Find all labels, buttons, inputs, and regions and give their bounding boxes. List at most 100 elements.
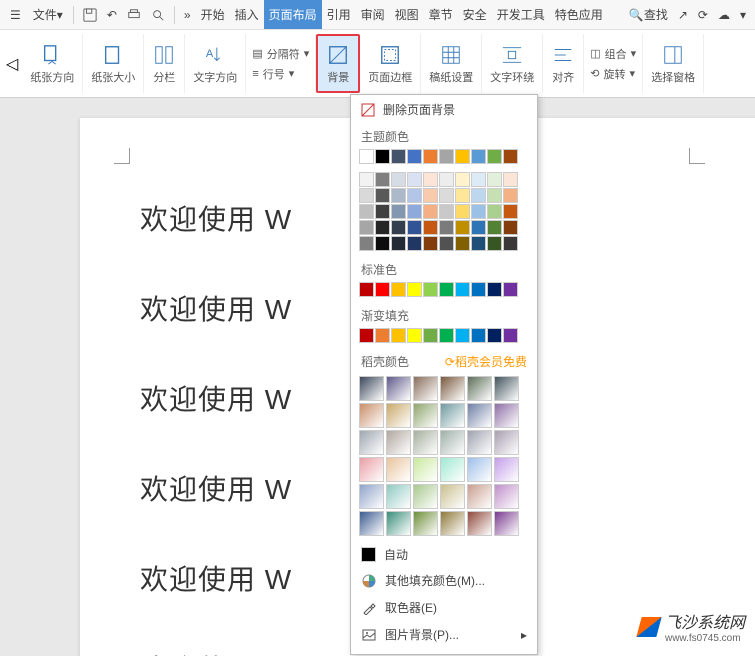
color-swatch[interactable] (391, 220, 406, 235)
color-swatch[interactable] (423, 204, 438, 219)
color-swatch[interactable] (503, 172, 518, 187)
text-wrap-button[interactable]: 文字环绕 (482, 34, 543, 93)
background-button[interactable]: 背景 (316, 34, 360, 93)
eyedropper-item[interactable]: 取色器(E) (351, 594, 537, 621)
shell-member-link[interactable]: ⟳稻壳会员免费 (445, 353, 527, 370)
color-swatch[interactable] (423, 220, 438, 235)
print-icon[interactable] (122, 8, 146, 22)
color-swatch[interactable] (487, 149, 502, 164)
color-swatch[interactable] (487, 236, 502, 251)
color-swatch[interactable] (375, 220, 390, 235)
line-number-button[interactable]: ≡行号 ▾ (252, 64, 309, 84)
auto-color-item[interactable]: 自动 (351, 542, 537, 567)
color-swatch[interactable] (487, 172, 502, 187)
color-swatch[interactable] (375, 204, 390, 219)
color-swatch[interactable] (391, 204, 406, 219)
color-swatch[interactable] (407, 149, 422, 164)
gradient-swatch[interactable] (494, 484, 519, 509)
gradient-swatch[interactable] (413, 511, 438, 536)
color-swatch[interactable] (375, 236, 390, 251)
gradient-swatch[interactable] (413, 403, 438, 428)
gradient-swatch[interactable] (440, 403, 465, 428)
share-icon[interactable]: ↗ (673, 8, 693, 22)
color-swatch[interactable] (407, 236, 422, 251)
color-swatch[interactable] (455, 149, 470, 164)
color-swatch[interactable] (407, 328, 422, 343)
color-swatch[interactable] (423, 188, 438, 203)
gradient-swatch[interactable] (494, 376, 519, 401)
color-swatch[interactable] (407, 188, 422, 203)
gradient-swatch[interactable] (359, 376, 384, 401)
page-size-button[interactable]: 纸张大小 (83, 34, 144, 93)
color-swatch[interactable] (423, 149, 438, 164)
color-swatch[interactable] (503, 149, 518, 164)
gradient-swatch[interactable] (359, 457, 384, 482)
separator-button[interactable]: ▤分隔符 ▾ (252, 44, 309, 64)
color-swatch[interactable] (407, 172, 422, 187)
page-orientation-button[interactable]: 纸张方向 (22, 34, 83, 93)
color-swatch[interactable] (439, 282, 454, 297)
color-swatch[interactable] (407, 220, 422, 235)
color-swatch[interactable] (503, 220, 518, 235)
color-swatch[interactable] (359, 282, 374, 297)
color-swatch[interactable] (375, 282, 390, 297)
gradient-swatch[interactable] (440, 376, 465, 401)
color-swatch[interactable] (471, 149, 486, 164)
color-swatch[interactable] (503, 282, 518, 297)
gradient-swatch[interactable] (386, 511, 411, 536)
gradient-swatch[interactable] (413, 484, 438, 509)
color-swatch[interactable] (407, 282, 422, 297)
color-swatch[interactable] (375, 172, 390, 187)
tab-view[interactable]: 视图 (390, 0, 424, 29)
save-icon[interactable] (78, 8, 102, 22)
color-swatch[interactable] (423, 172, 438, 187)
gradient-swatch[interactable] (494, 457, 519, 482)
color-swatch[interactable] (391, 282, 406, 297)
align-button[interactable]: 对齐 (543, 34, 584, 93)
color-swatch[interactable] (391, 149, 406, 164)
gradient-swatch[interactable] (386, 403, 411, 428)
gradient-swatch[interactable] (440, 484, 465, 509)
color-swatch[interactable] (487, 282, 502, 297)
color-swatch[interactable] (391, 328, 406, 343)
tab-dev[interactable]: 开发工具 (492, 0, 550, 29)
color-swatch[interactable] (439, 172, 454, 187)
color-swatch[interactable] (375, 149, 390, 164)
color-swatch[interactable] (455, 236, 470, 251)
search-button[interactable]: 🔍查找 (624, 6, 673, 23)
color-swatch[interactable] (471, 328, 486, 343)
gradient-swatch[interactable] (494, 403, 519, 428)
group-button[interactable]: ◫组合 ▾ (590, 44, 636, 64)
remove-bg-item[interactable]: 删除页面背景 (351, 95, 537, 124)
color-swatch[interactable] (391, 236, 406, 251)
color-swatch[interactable] (471, 220, 486, 235)
color-swatch[interactable] (359, 220, 374, 235)
gradient-swatch[interactable] (467, 511, 492, 536)
more-icon[interactable]: » (179, 8, 196, 22)
color-swatch[interactable] (487, 328, 502, 343)
color-swatch[interactable] (455, 188, 470, 203)
tab-featured[interactable]: 特色应用 (550, 0, 608, 29)
select-pane-button[interactable]: 选择窗格 (643, 34, 704, 93)
color-swatch[interactable] (375, 328, 390, 343)
sync-icon[interactable]: ⟳ (693, 8, 713, 22)
color-swatch[interactable] (423, 328, 438, 343)
gradient-swatch[interactable] (494, 511, 519, 536)
gradient-swatch[interactable] (467, 403, 492, 428)
gradient-swatch[interactable] (413, 430, 438, 455)
picture-bg-item[interactable]: 图片背景(P)... ▸ (351, 621, 537, 648)
color-swatch[interactable] (471, 204, 486, 219)
color-swatch[interactable] (423, 236, 438, 251)
color-swatch[interactable] (359, 328, 374, 343)
gradient-swatch[interactable] (413, 376, 438, 401)
color-swatch[interactable] (359, 188, 374, 203)
color-swatch[interactable] (471, 188, 486, 203)
color-swatch[interactable] (439, 328, 454, 343)
color-swatch[interactable] (439, 188, 454, 203)
preview-icon[interactable] (146, 8, 170, 22)
color-swatch[interactable] (455, 204, 470, 219)
color-swatch[interactable] (439, 220, 454, 235)
color-swatch[interactable] (503, 328, 518, 343)
gradient-swatch[interactable] (359, 403, 384, 428)
tab-page-layout[interactable]: 页面布局 (264, 0, 322, 29)
